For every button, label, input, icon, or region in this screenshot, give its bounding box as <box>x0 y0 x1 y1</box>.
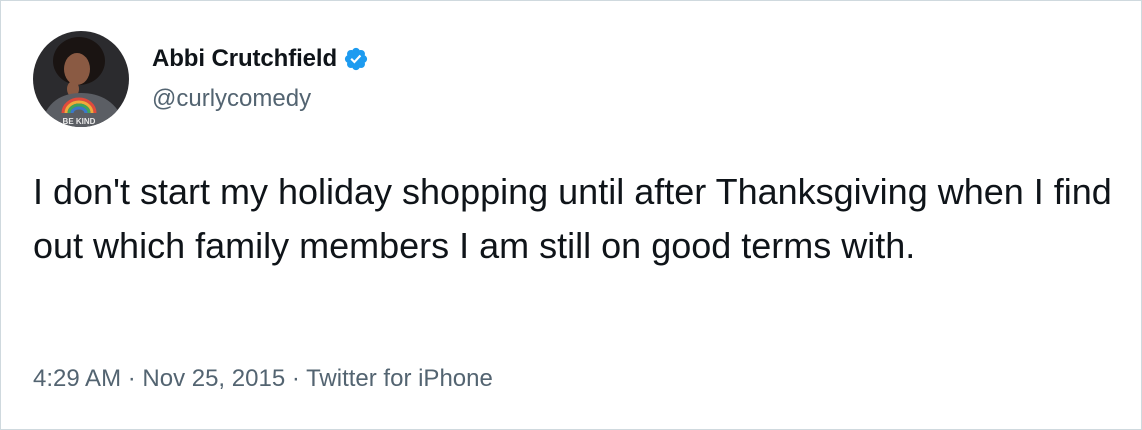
tweet-time[interactable]: 4:29 AM <box>33 365 121 392</box>
tweet-metadata: 4:29 AM · Nov 25, 2015 · Twitter for iPh… <box>33 365 493 393</box>
tweet-source[interactable]: Twitter for iPhone <box>306 365 493 392</box>
author-name-row: Abbi Crutchfield <box>152 43 369 75</box>
author-handle[interactable]: @curlycomedy <box>152 85 311 113</box>
meta-separator: · <box>285 365 307 392</box>
verified-badge-icon <box>343 46 369 72</box>
avatar-image: BE KIND <box>33 31 129 127</box>
meta-separator: · <box>121 365 143 392</box>
avatar-shirt-text: BE KIND <box>63 117 96 126</box>
author-display-name[interactable]: Abbi Crutchfield <box>152 45 337 73</box>
tweet-text: I don't start my holiday shopping until … <box>33 171 1112 266</box>
avatar[interactable]: BE KIND <box>33 31 129 127</box>
tweet-card: BE KIND Abbi Crutchfield @curlycomedy I … <box>0 0 1142 430</box>
tweet-date[interactable]: Nov 25, 2015 <box>142 365 285 392</box>
